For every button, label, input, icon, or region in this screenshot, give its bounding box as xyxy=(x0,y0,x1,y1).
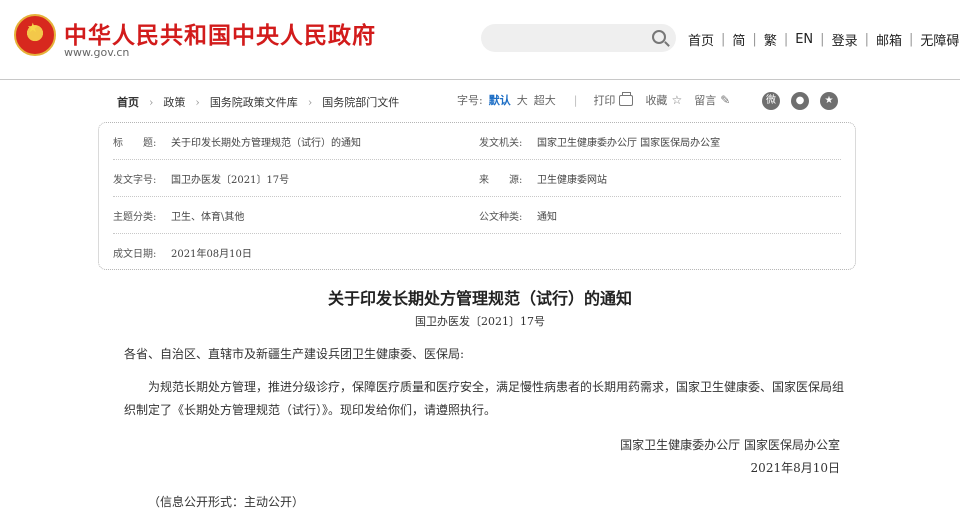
comment-label: 留言 xyxy=(694,94,717,107)
breadcrumb-department-docs[interactable]: 国务院部门文件 xyxy=(322,94,399,110)
chevron-right-icon: › xyxy=(307,95,313,109)
info-row: 主题分类: 卫生、体育\其他 公文种类: 通知 xyxy=(113,197,841,234)
print-button[interactable]: 打印 xyxy=(593,91,634,108)
article-sign-date: 2021年8月10日 xyxy=(750,461,840,475)
nav-simplified[interactable]: 简 xyxy=(725,30,752,49)
favorite-button[interactable]: 收藏 ☆ xyxy=(645,92,682,108)
star-icon: ☆ xyxy=(671,93,683,107)
breadcrumb: 首页 › 政策 › 国务院政策文件库 › 国务院部门文件 xyxy=(117,94,399,110)
article-tools: 字号: 默认 大 超大 | 打印 收藏 ☆ 留言 ✎ xyxy=(457,91,742,108)
article-paragraph: 为规范长期处方管理，推进分级诊疗，保障医疗质量和医疗安全，满足慢性病患者的长期用… xyxy=(124,380,845,417)
comment-button[interactable]: 留言 ✎ xyxy=(694,92,730,108)
info-issuer: 发文机关: 国家卫生健康委办公厅 国家医保局办公室 xyxy=(479,138,721,149)
chevron-right-icon: › xyxy=(195,95,200,109)
info-row: 成文日期: 2021年08月10日 xyxy=(113,234,841,271)
nav-english[interactable]: EN xyxy=(788,32,820,47)
nav-home[interactable]: 首页 xyxy=(688,30,721,49)
info-row: 发文字号: 国卫办医发〔2021〕17号 来 源: 卫生健康委网站 xyxy=(113,160,841,197)
article-addressee: 各省、自治区、直辖市及新疆生产建设兵团卫生健康委、医保局: xyxy=(124,347,465,361)
info-row: 标 题: 关于印发长期处方管理规范（试行）的通知 发文机关: 国家卫生健康委办公厅 … xyxy=(113,123,841,160)
info-docno: 发文字号: 国卫办医发〔2021〕17号 xyxy=(113,175,290,186)
tools-divider: | xyxy=(573,93,578,107)
article-doc-number: 国卫办医发〔2021〕17号 xyxy=(415,315,545,328)
article-title: 关于印发长期处方管理规范（试行）的通知 xyxy=(327,289,632,308)
nav-traditional[interactable]: 繁 xyxy=(757,30,784,49)
favorite-label: 收藏 xyxy=(645,94,668,107)
font-size-large[interactable]: 大 xyxy=(517,92,528,108)
info-title: 标 题: 关于印发长期处方管理规范（试行）的通知 xyxy=(113,138,361,149)
site-header: ★ 中华人民共和国中央人民政府 www.gov.cn 首页 | 简 | 繁 | EN |… xyxy=(0,0,960,80)
print-label: 打印 xyxy=(593,94,616,107)
national-emblem-icon[interactable]: ★ xyxy=(14,14,56,56)
nav-login[interactable]: 登录 xyxy=(825,30,865,49)
search-input[interactable] xyxy=(481,24,676,52)
breadcrumb-home[interactable]: 首页 xyxy=(117,94,139,110)
article-signer: 国家卫生健康委办公厅 国家医保局办公室 xyxy=(620,438,840,452)
info-topic: 主题分类: 卫生、体育\其他 xyxy=(113,212,245,223)
search-icon[interactable] xyxy=(652,30,666,44)
document-info-table: 标 题: 关于印发长期处方管理规范（试行）的通知 发文机关: 国家卫生健康委办公厅 … xyxy=(98,122,856,270)
weibo-icon[interactable]: 微 xyxy=(762,92,780,110)
info-source: 来 源: 卫生健康委网站 xyxy=(479,175,607,186)
wechat-icon[interactable]: ● xyxy=(791,92,809,110)
top-nav: 首页 | 简 | 繁 | EN | 登录 | 邮箱 | 无障碍 xyxy=(688,30,960,49)
site-title[interactable]: 中华人民共和国中央人民政府 xyxy=(64,16,376,50)
disclosure-note: （信息公开形式：主动公开） xyxy=(148,495,305,509)
info-date: 成文日期: 2021年08月10日 xyxy=(113,249,252,260)
site-url[interactable]: www.gov.cn xyxy=(64,46,129,59)
printer-icon xyxy=(619,91,634,106)
breadcrumb-policy-library[interactable]: 国务院政策文件库 xyxy=(210,94,298,110)
font-size-xlarge[interactable]: 超大 xyxy=(534,92,556,108)
pen-icon: ✎ xyxy=(720,93,731,107)
info-type: 公文种类: 通知 xyxy=(479,212,557,223)
chevron-right-icon: › xyxy=(149,95,154,109)
nav-mail[interactable]: 邮箱 xyxy=(869,30,909,49)
breadcrumb-policy[interactable]: 政策 xyxy=(163,94,185,110)
qzone-icon[interactable]: ★ xyxy=(820,92,838,110)
nav-accessibility[interactable]: 无障碍 xyxy=(913,30,960,49)
font-size-label: 字号: xyxy=(457,94,483,107)
font-size-default[interactable]: 默认 xyxy=(489,92,511,108)
